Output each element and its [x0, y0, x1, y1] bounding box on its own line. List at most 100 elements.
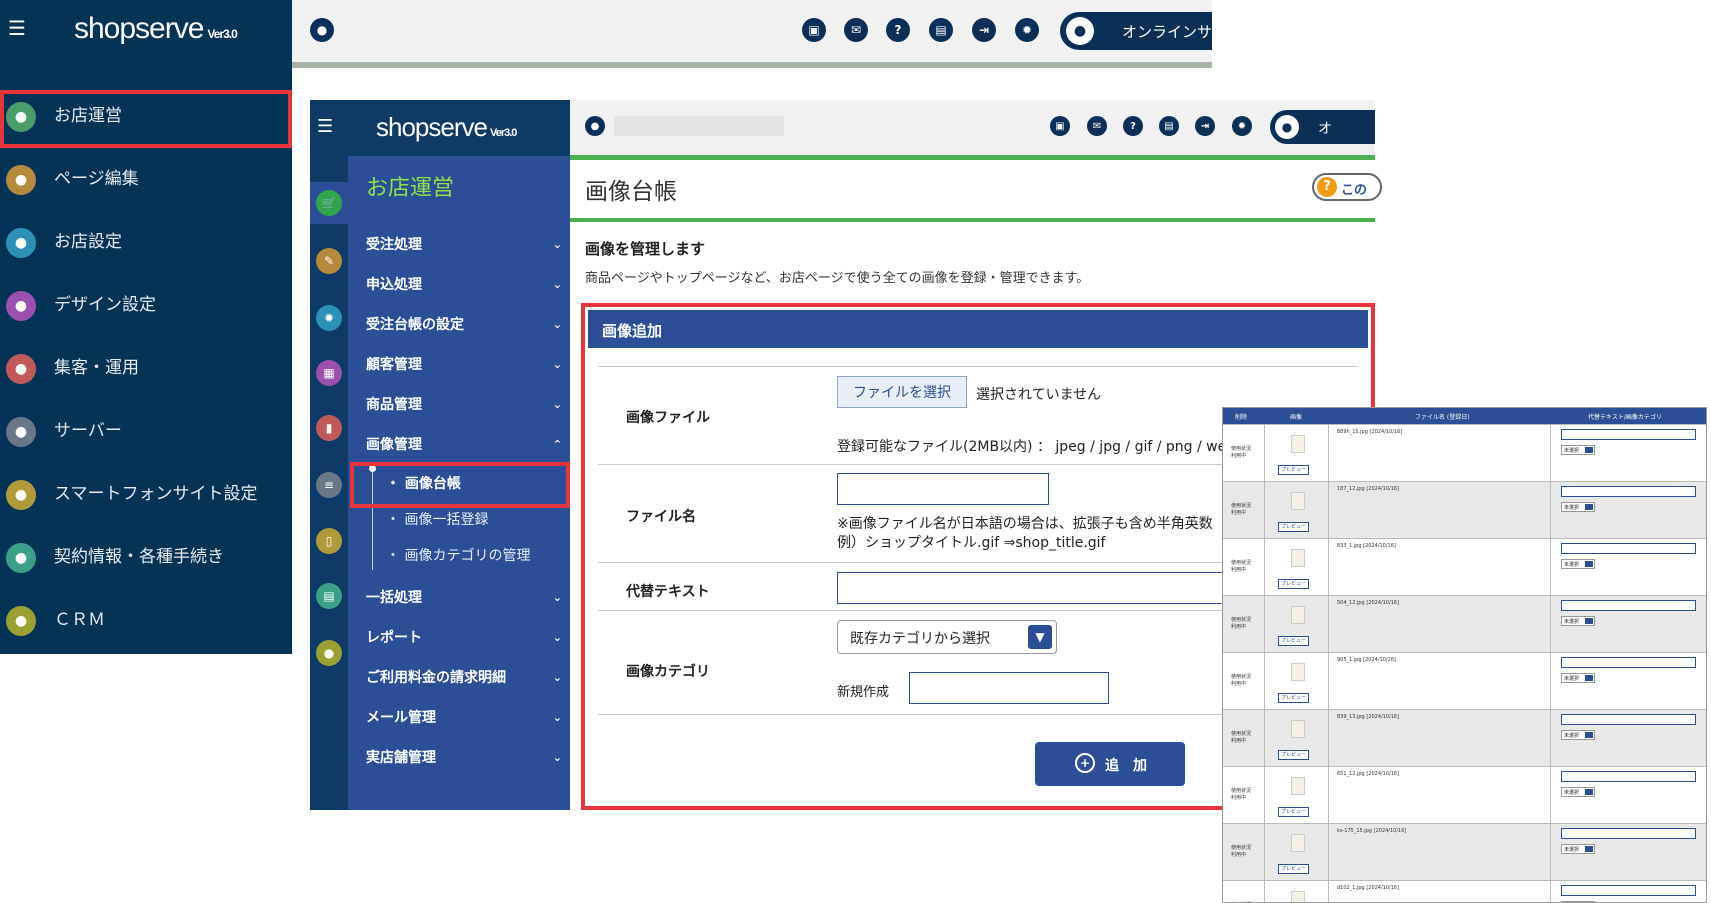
help-icon[interactable]: ? — [1123, 116, 1143, 136]
sidebar-item[interactable]: 受注処理 ⌄ — [348, 225, 570, 265]
back-menu-item[interactable]: ● 契約情報・各種手続き — [0, 526, 292, 589]
back-menu-item[interactable]: ● 集客・運用 — [0, 337, 292, 400]
sidebar-item[interactable]: 画像管理 ⌃ — [348, 425, 570, 465]
back-menu-item[interactable]: ● サーバー — [0, 400, 292, 463]
add-button[interactable]: + 追 加 — [1035, 742, 1185, 786]
back-menu-label: ＣＲＭ — [54, 610, 105, 630]
cell-filename: 651_12.jpg [2024/10/16] — [1329, 767, 1551, 824]
back-menu-item[interactable]: ● ＣＲＭ — [0, 589, 292, 652]
logout-icon[interactable]: ⇥ — [1195, 116, 1215, 136]
new-category-input[interactable] — [909, 672, 1109, 704]
thumbnail — [1291, 549, 1305, 567]
thumbnail — [1291, 492, 1305, 510]
cell-alt: 未選択 — [1551, 653, 1706, 710]
menu-icon[interactable]: ☰ — [317, 116, 333, 137]
cell-alt: 未選択 — [1551, 824, 1706, 881]
image-file-label: 画像ファイル — [626, 410, 710, 426]
section-heading: 画像を管理します — [585, 240, 706, 258]
gear-icon[interactable]: ✹ — [1015, 18, 1039, 42]
chart-icon[interactable]: ▮ — [316, 415, 342, 441]
clipboard-icon[interactable]: ▤ — [316, 583, 342, 609]
user-icon[interactable]: ● — [310, 18, 334, 42]
alt-text-input[interactable] — [1561, 600, 1696, 611]
category-select[interactable]: 未選択 — [1561, 445, 1595, 455]
alt-text-input[interactable] — [1561, 486, 1696, 497]
chat-icon[interactable]: ▤ — [1159, 116, 1179, 136]
category-select[interactable]: 既存カテゴリから選択 ▼ — [837, 620, 1057, 654]
image-list-table: 削除 画像 ファイル名 (登録日) 代替テキスト/画像カテゴリ 使用状況利用中プ… — [1222, 407, 1707, 903]
online-support-button[interactable]: ● オンラインサ — [1060, 12, 1212, 50]
sidebar-item[interactable]: 顧客管理 ⌄ — [348, 345, 570, 385]
store-icon[interactable]: ▣ — [802, 18, 826, 42]
cart-icon[interactable]: 🛒 — [316, 190, 342, 216]
gear-icon[interactable]: ✹ — [1232, 116, 1252, 136]
alt-text-label: 代替テキスト — [626, 584, 710, 600]
category-select[interactable]: 未選択 — [1561, 844, 1595, 854]
back-menu-item[interactable]: ● デザイン設定 — [0, 274, 292, 337]
menu-icon[interactable]: ☰ — [8, 16, 34, 40]
chevron-icon: ⌄ — [552, 671, 562, 684]
header-image: 画像 — [1290, 414, 1303, 421]
choose-file-button[interactable]: ファイルを選択 — [837, 376, 967, 408]
category-select[interactable]: 未選択 — [1561, 502, 1595, 512]
alt-text-input[interactable] — [1561, 771, 1696, 782]
category-select[interactable]: 未選択 — [1561, 730, 1595, 740]
sidebar-item[interactable]: 商品管理 ⌄ — [348, 385, 570, 425]
alt-text-input[interactable] — [1561, 543, 1696, 554]
preview-button[interactable]: プレビュー — [1278, 750, 1310, 760]
sidebar-item[interactable]: 一括処理 ⌄ — [348, 578, 570, 618]
submenu-item[interactable]: ・ 画像カテゴリの管理 — [348, 538, 570, 574]
file-name-example: 例）ショップタイトル.gif ⇒shop_title.gif — [837, 535, 1106, 551]
online-support-button[interactable]: ● オ — [1270, 110, 1375, 144]
preview-button[interactable]: プレビュー — [1278, 465, 1310, 475]
back-menu-item[interactable]: ● スマートフォンサイト設定 — [0, 463, 292, 526]
help-button[interactable]: ? この — [1312, 173, 1382, 201]
help-icon: ? — [1317, 177, 1337, 197]
category-select[interactable]: 未選択 — [1561, 673, 1595, 683]
server-icon[interactable]: ≡ — [316, 472, 342, 498]
mail-icon[interactable]: ✉ — [1087, 116, 1107, 136]
cell-alt: 未選択 — [1551, 767, 1706, 824]
lightbulb-icon: ● — [1066, 17, 1094, 45]
help-icon[interactable]: ? — [886, 18, 910, 42]
preview-button[interactable]: プレビュー — [1278, 636, 1310, 646]
cell-status: 使用状況利用中 — [1223, 425, 1265, 482]
sidebar-item[interactable]: 申込処理 ⌄ — [348, 265, 570, 305]
alt-text-input[interactable] — [1561, 429, 1696, 440]
category-select[interactable]: 未選択 — [1561, 559, 1595, 569]
no-file-text: 選択されていません — [976, 387, 1102, 403]
sidebar-item[interactable]: レポート ⌄ — [348, 618, 570, 658]
back-menu-item[interactable]: ● お店設定 — [0, 211, 292, 274]
cell-alt: 未選択 — [1551, 596, 1706, 653]
users-icon[interactable]: ● — [316, 640, 342, 666]
preview-button[interactable]: プレビュー — [1278, 522, 1310, 532]
category-select[interactable]: 未選択 — [1561, 787, 1595, 797]
category-select[interactable]: 未選択 — [1561, 616, 1595, 626]
edit-icon[interactable]: ✎ — [316, 248, 342, 274]
sidebar-item[interactable]: ご利用料金の請求明細 ⌄ — [348, 658, 570, 698]
preview-button[interactable]: プレビュー — [1278, 579, 1310, 589]
back-menu-item[interactable]: ● ページ編集 — [0, 148, 292, 211]
thumbnail — [1291, 720, 1305, 738]
alt-text-input[interactable] — [1561, 657, 1696, 668]
sidebar-item[interactable]: 実店舗管理 ⌄ — [348, 738, 570, 778]
mail-icon[interactable]: ✉ — [844, 18, 868, 42]
layout-icon[interactable]: ▦ — [316, 360, 342, 386]
sidebar-item[interactable]: メール管理 ⌄ — [348, 698, 570, 738]
preview-button[interactable]: プレビュー — [1278, 807, 1310, 817]
sidebar-item[interactable]: 受注台帳の設定 ⌄ — [348, 305, 570, 345]
sidebar-item-label: レポート — [366, 630, 422, 646]
phone-icon[interactable]: ▯ — [316, 528, 342, 554]
preview-button[interactable]: プレビュー — [1278, 864, 1310, 874]
user-icon[interactable]: ● — [585, 116, 605, 136]
gear-icon[interactable]: ✹ — [316, 305, 342, 331]
logout-icon[interactable]: ⇥ — [972, 18, 996, 42]
alt-text-input[interactable] — [1561, 714, 1696, 725]
preview-button[interactable]: プレビュー — [1278, 693, 1310, 703]
file-name-note: ※画像ファイル名が日本語の場合は、拡張子も含め半角英数 — [837, 516, 1213, 532]
chat-icon[interactable]: ▤ — [929, 18, 953, 42]
store-icon[interactable]: ▣ — [1050, 116, 1070, 136]
file-name-input[interactable] — [837, 473, 1049, 505]
alt-text-input[interactable] — [1561, 885, 1696, 896]
alt-text-input[interactable] — [1561, 828, 1696, 839]
